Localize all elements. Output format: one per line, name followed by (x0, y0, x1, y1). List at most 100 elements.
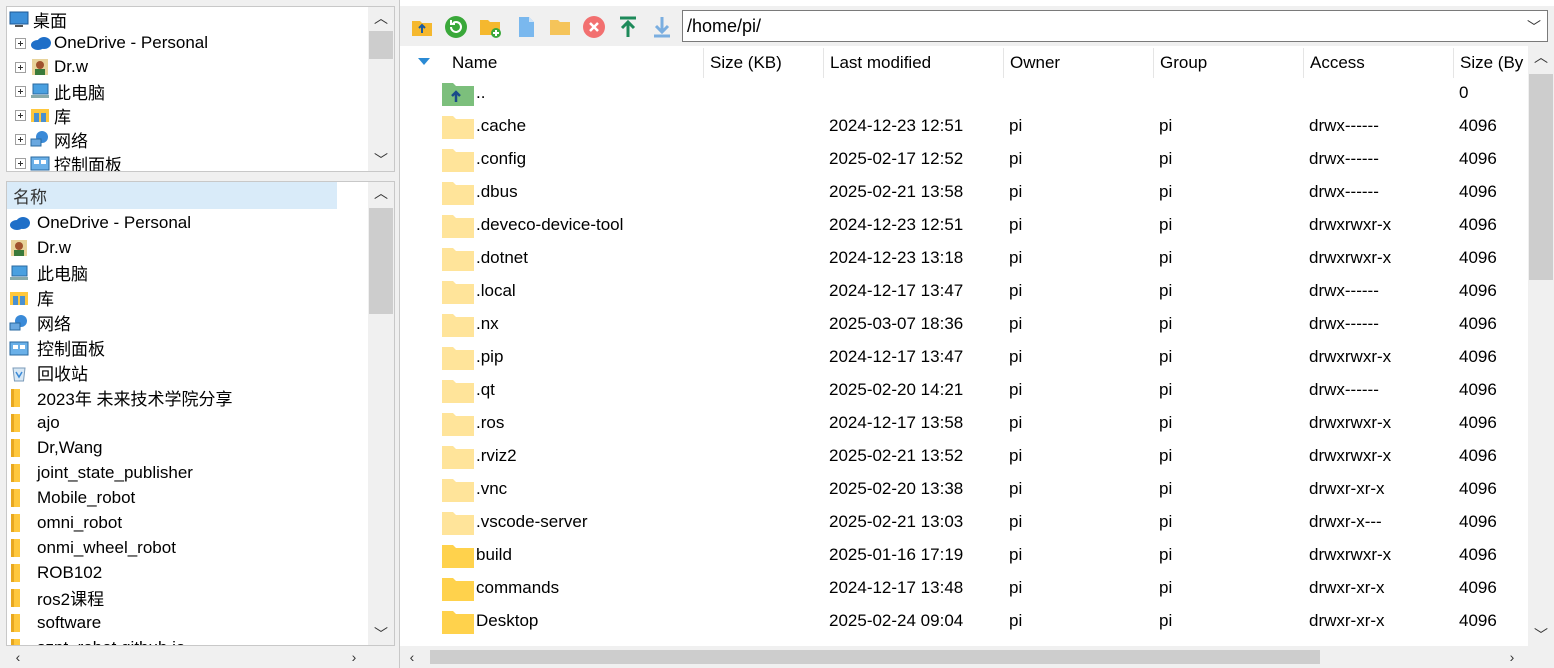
list-item[interactable]: onmi_wheel_robot (9, 535, 176, 560)
scroll-down-icon[interactable]: ﹀ (368, 149, 394, 171)
table-row[interactable]: .dbus 2025-02-21 13:58 pi pi drwx------ 4096 (400, 175, 1528, 208)
folder-icon (9, 488, 33, 507)
expand-icon[interactable] (15, 133, 26, 145)
table-row[interactable]: .ros 2024-12-17 13:58 pi pi drwxrwxr-x 4096 (400, 406, 1528, 439)
expand-icon[interactable] (15, 61, 26, 73)
scroll-right-icon[interactable]: › (342, 646, 366, 668)
tree-item-network[interactable]: 网络 (7, 127, 88, 151)
tree-root-desktop[interactable]: 桌面 (7, 7, 67, 32)
scroll-left-icon[interactable]: ‹ (400, 646, 424, 668)
expand-icon[interactable] (15, 85, 26, 97)
list-item[interactable]: Dr.w (9, 235, 71, 260)
scroll-up-icon[interactable]: ︿ (1528, 46, 1554, 68)
table-row[interactable]: .pip 2024-12-17 13:47 pi pi drwxrwxr-x 4096 (400, 340, 1528, 373)
tree-item-user[interactable]: Dr.w (7, 55, 88, 79)
scroll-thumb[interactable] (369, 31, 393, 59)
list-item[interactable]: joint_state_publisher (9, 460, 193, 485)
tree-scrollbar[interactable]: ︿ ﹀ (368, 7, 394, 171)
table-row[interactable]: .vscode-server 2025-02-21 13:03 pi pi drwxr-… (400, 505, 1528, 538)
new-file-icon[interactable] (514, 15, 538, 39)
chevron-down-icon[interactable]: ﹀ (1527, 17, 1541, 37)
remote-file-table[interactable]: Name Size (KB) Last modified Owner Group… (400, 46, 1528, 646)
column-header-name[interactable]: Name (446, 48, 702, 78)
table-row[interactable]: .. 0 (400, 76, 1528, 109)
list-item[interactable]: ros2课程 (9, 585, 104, 610)
tree-item-library[interactable]: 库 (7, 103, 71, 127)
list-item[interactable]: 控制面板 (9, 335, 105, 360)
list-item[interactable]: OneDrive - Personal (9, 210, 191, 235)
column-header-owner[interactable]: Owner (1003, 48, 1153, 78)
file-table-horizontal-scrollbar[interactable]: ‹ › (400, 646, 1554, 668)
table-row[interactable]: commands 2024-12-17 13:48 pi pi drwxr-xr-x 40… (400, 571, 1528, 604)
computer-icon (9, 264, 33, 282)
local-folder-tree[interactable]: 桌面 OneDrive - Personal Dr.w 此电脑 库 网络 控制面… (6, 6, 395, 172)
list-item[interactable]: szpt_robot.github.io (9, 635, 185, 645)
new-folder-icon[interactable] (478, 15, 502, 39)
folder-icon (9, 613, 33, 632)
file-owner: pi (1009, 412, 1023, 432)
scroll-thumb[interactable] (369, 208, 393, 314)
table-row[interactable]: .rviz2 2025-02-21 13:52 pi pi drwxrwxr-x 4096 (400, 439, 1528, 472)
expand-icon[interactable] (15, 157, 26, 169)
scroll-thumb[interactable] (430, 650, 1320, 664)
list-item[interactable]: software (9, 610, 101, 635)
column-header-size-kb[interactable]: Size (KB) (703, 48, 823, 78)
sort-arrow-icon[interactable] (418, 58, 430, 65)
list-item[interactable]: 网络 (9, 310, 71, 335)
scroll-up-icon[interactable]: ︿ (368, 182, 394, 204)
file-size-bytes: 4096 (1459, 478, 1497, 498)
scroll-up-icon[interactable]: ︿ (368, 7, 394, 29)
onedrive-cloud-icon (30, 34, 51, 52)
file-last-modified: 2024-12-17 13:47 (829, 280, 964, 300)
table-row[interactable]: build 2025-01-16 17:19 pi pi drwxrwxr-x 4096 (400, 538, 1528, 571)
list-item[interactable]: omni_robot (9, 510, 122, 535)
expand-icon[interactable] (15, 109, 26, 121)
column-header-access[interactable]: Access (1303, 48, 1453, 78)
tree-item-control-panel[interactable]: 控制面板 (7, 151, 122, 171)
file-table-scrollbar[interactable]: ︿ ﹀ (1528, 46, 1554, 646)
list-item[interactable]: 此电脑 (9, 260, 88, 285)
table-row[interactable]: Desktop 2025-02-24 09:04 pi pi drwxr-xr-x 409… (400, 604, 1528, 637)
list-item[interactable]: Mobile_robot (9, 485, 135, 510)
list-item[interactable]: ajo (9, 410, 60, 435)
table-row[interactable]: .deveco-device-tool 2024-12-23 12:51 pi pi d… (400, 208, 1528, 241)
column-header-last-modified[interactable]: Last modified (823, 48, 1003, 78)
scroll-down-icon[interactable]: ﹀ (1528, 624, 1554, 646)
file-owner: pi (1009, 148, 1023, 168)
list-item[interactable]: 库 (9, 285, 54, 310)
list-item[interactable]: 回收站 (9, 360, 88, 385)
table-row[interactable]: .vnc 2025-02-20 13:38 pi pi drwxr-xr-x 4096 (400, 472, 1528, 505)
refresh-icon[interactable] (444, 15, 468, 39)
scroll-right-icon[interactable]: › (1500, 646, 1524, 668)
column-header-name[interactable]: 名称 (7, 182, 337, 209)
tree-item-onedrive[interactable]: OneDrive - Personal (7, 31, 208, 55)
scroll-down-icon[interactable]: ﹀ (368, 623, 394, 645)
open-folder-icon[interactable] (548, 15, 572, 39)
column-header-size-bytes[interactable]: Size (By (1453, 48, 1528, 78)
table-row[interactable]: .cache 2024-12-23 12:51 pi pi drwx------ 4096 (400, 109, 1528, 142)
list-horizontal-scrollbar[interactable]: ‹ › (6, 646, 395, 668)
table-row[interactable]: .local 2024-12-17 13:47 pi pi drwx------ 4096 (400, 274, 1528, 307)
tree-item-this-pc[interactable]: 此电脑 (7, 79, 105, 103)
parent-dir-icon[interactable] (410, 15, 434, 39)
list-item[interactable]: ROB102 (9, 560, 102, 585)
table-row[interactable]: .nx 2025-03-07 18:36 pi pi drwx------ 4096 (400, 307, 1528, 340)
table-row[interactable]: .qt 2025-02-20 14:21 pi pi drwx------ 4096 (400, 373, 1528, 406)
remote-path-input[interactable]: /home/pi/ ﹀ (682, 10, 1548, 42)
tree-item-label: OneDrive - Personal (54, 33, 209, 52)
delete-icon[interactable] (582, 15, 606, 39)
file-size-bytes: 4096 (1459, 280, 1497, 300)
download-icon[interactable] (650, 15, 674, 39)
list-item[interactable]: 2023年 未来技术学院分享 (9, 385, 233, 410)
scroll-thumb[interactable] (1529, 74, 1553, 280)
horizontal-splitter[interactable] (0, 174, 400, 180)
table-row[interactable]: .dotnet 2024-12-23 13:18 pi pi drwxrwxr-x 409… (400, 241, 1528, 274)
list-scrollbar[interactable]: ︿ ﹀ (368, 182, 394, 645)
scroll-left-icon[interactable]: ‹ (6, 646, 30, 668)
table-row[interactable]: .config 2025-02-17 12:52 pi pi drwx------ 409… (400, 142, 1528, 175)
local-file-list[interactable]: 名称 OneDrive - Personal Dr.w 此电脑库网络 控制面板 回收站 2… (6, 181, 395, 646)
upload-icon[interactable] (616, 15, 640, 39)
expand-icon[interactable] (15, 37, 26, 49)
column-header-group[interactable]: Group (1153, 48, 1303, 78)
list-item[interactable]: Dr,Wang (9, 435, 103, 460)
